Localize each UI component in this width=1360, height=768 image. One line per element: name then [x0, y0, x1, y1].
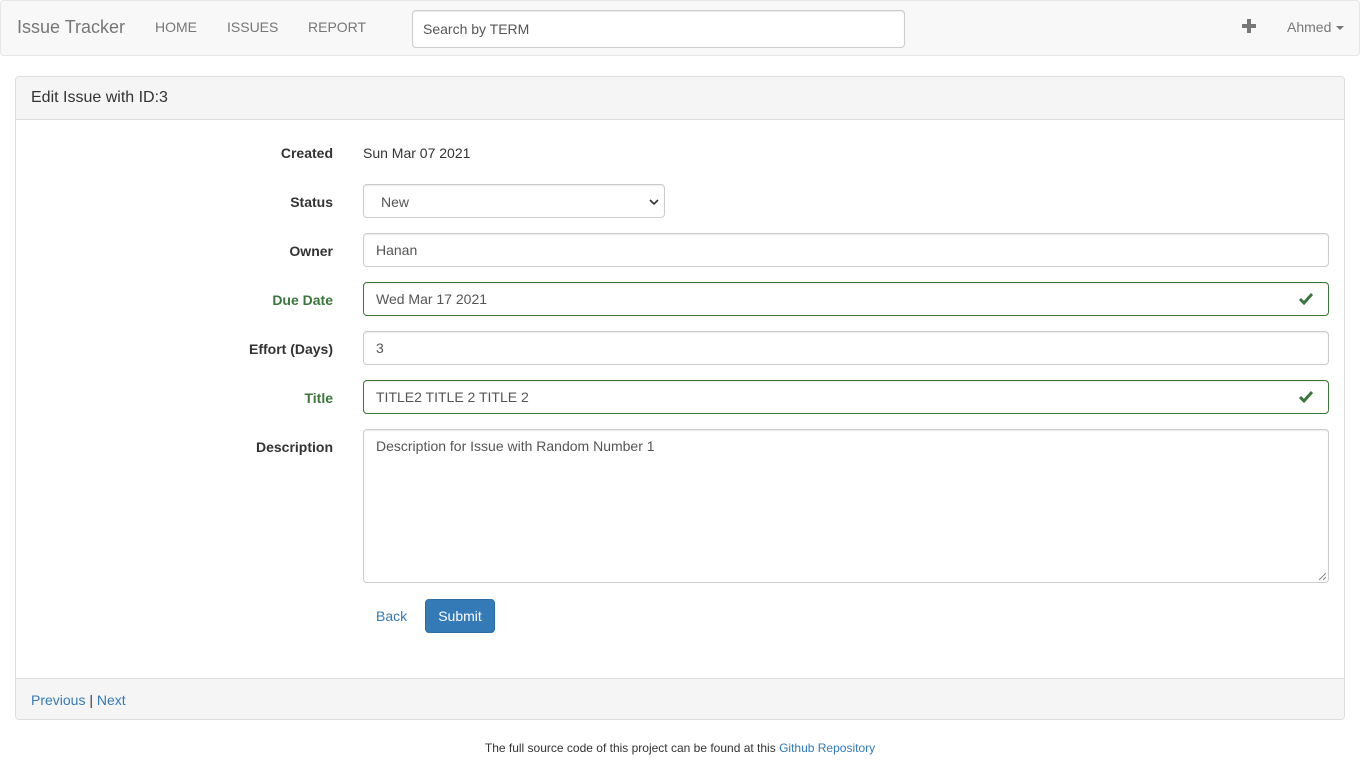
status-selected-value: New	[381, 194, 410, 210]
user-menu-dropdown[interactable]: Ahmed	[1287, 19, 1345, 35]
description-value: Description for Issue with Random Number…	[376, 438, 655, 454]
panel-heading: Edit Issue with ID:3	[16, 77, 1344, 120]
submit-button[interactable]: Submit	[425, 599, 495, 633]
panel-footer: Previous | Next	[16, 678, 1344, 719]
search-input[interactable]	[412, 10, 905, 48]
caret-down-icon	[1336, 26, 1345, 31]
brand-link[interactable]: Issue Tracker	[17, 17, 125, 37]
previous-link[interactable]: Previous	[31, 692, 85, 708]
effort-input[interactable]: 3	[363, 331, 1329, 365]
page-footer: The full source code of this project can…	[0, 741, 1360, 755]
resize-grip-icon[interactable]	[1317, 571, 1327, 581]
check-icon	[1298, 391, 1314, 404]
owner-label: Owner	[289, 243, 333, 259]
effort-label: Effort (Days)	[248, 341, 333, 357]
due-date-input[interactable]: Wed Mar 17 2021	[363, 282, 1329, 316]
github-repository-link[interactable]: Github Repository	[779, 741, 875, 755]
nav-report-link[interactable]: REPORT	[308, 19, 366, 35]
description-label: Description	[255, 439, 333, 455]
due-date-label: Due Date	[272, 292, 333, 308]
user-name: Ahmed	[1287, 19, 1332, 35]
created-value: Sun Mar 07 2021	[363, 145, 471, 161]
title-label: Title	[304, 390, 333, 406]
check-icon	[1298, 293, 1314, 306]
edit-issue-panel: Edit Issue with ID:3 Created Sun Mar 07 …	[15, 76, 1345, 720]
nav-home-link[interactable]: HOME	[155, 19, 197, 35]
chevron-down-icon	[649, 199, 659, 206]
pagination: Previous | Next	[31, 692, 126, 708]
due-date-value: Wed Mar 17 2021	[376, 291, 488, 307]
plus-icon[interactable]	[1240, 17, 1258, 35]
panel-title: Edit Issue with ID:3	[31, 89, 168, 106]
back-button[interactable]: Back	[363, 599, 420, 633]
description-textarea[interactable]: Description for Issue with Random Number…	[363, 429, 1329, 583]
footer-text: The full source code of this project can…	[484, 741, 776, 755]
next-link[interactable]: Next	[97, 692, 126, 708]
status-select[interactable]: New	[363, 184, 665, 218]
pagination-separator: |	[89, 692, 93, 708]
status-label: Status	[290, 194, 333, 210]
nav-issues-link[interactable]: ISSUES	[227, 19, 278, 35]
owner-input[interactable]: Hanan	[363, 233, 1329, 267]
created-label: Created	[280, 145, 333, 161]
title-input[interactable]: TITLE2 TITLE 2 TITLE 2	[363, 380, 1329, 414]
title-value: TITLE2 TITLE 2 TITLE 2	[376, 389, 529, 405]
navbar: Issue Tracker HOME ISSUES REPORT Ahmed	[0, 0, 1360, 56]
